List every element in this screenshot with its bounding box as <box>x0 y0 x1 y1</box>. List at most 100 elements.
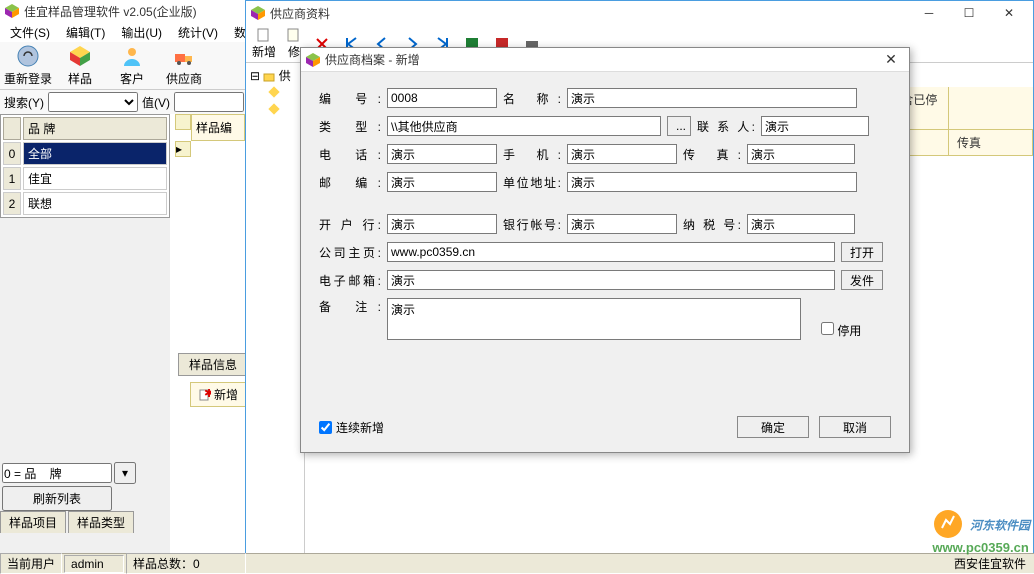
mid-panel: 样品编 ▸ <box>175 114 245 553</box>
cancel-button[interactable]: 取消 <box>819 416 891 438</box>
add-new-button[interactable]: ✱ 新增 <box>190 382 247 407</box>
zip-label: 邮 编: <box>319 174 381 191</box>
phone-input[interactable] <box>387 144 497 164</box>
status-user: admin <box>64 555 124 573</box>
fax-input[interactable] <box>747 144 855 164</box>
statusbar: 当前用户 admin 样品总数：0 西安佳宜软件 <box>0 553 1034 573</box>
new-icon <box>256 27 272 43</box>
maximize-button[interactable]: ☐ <box>949 1 989 25</box>
edit-icon <box>286 27 302 43</box>
addr-label: 单位地址: <box>503 174 561 191</box>
code-input[interactable] <box>387 88 497 108</box>
remark-label: 备 注: <box>319 298 381 315</box>
dialog-title: 供应商档案 - 新增 <box>325 51 877 68</box>
value-label: 值(V) <box>142 94 170 111</box>
code-label: 编 号: <box>319 90 381 107</box>
sample-icon <box>68 44 92 68</box>
customer-icon <box>120 44 144 68</box>
toolbar-add[interactable]: 新增 <box>248 25 280 62</box>
search-value-input[interactable] <box>174 92 244 112</box>
watermark: 河东软件园 www.pc0359.cn <box>932 508 1030 555</box>
disabled-check[interactable]: 停用 <box>821 322 861 339</box>
account-label: 银行帐号: <box>503 216 561 233</box>
brand-table: 品 牌 0全部 1佳宜 2联想 <box>0 114 170 218</box>
fax-label: 传 真: <box>683 146 741 163</box>
disabled-checkbox[interactable] <box>821 322 834 335</box>
app-icon <box>4 3 20 19</box>
folder-icon <box>263 71 275 83</box>
search-label: 搜索(Y) <box>4 94 44 111</box>
tab-sample-item[interactable]: 样品项目 <box>0 511 66 533</box>
table-row[interactable]: 0全部 <box>3 142 167 165</box>
contact-label: 联 系 人: <box>697 118 755 135</box>
count-input[interactable] <box>2 463 112 483</box>
supplier-title: 供应商资料 <box>270 5 909 22</box>
name-label: 名 称: <box>503 90 561 107</box>
status-user-label: 当前用户 <box>0 553 62 574</box>
sample-code-header[interactable]: 样品编 <box>191 114 245 141</box>
search-field-select[interactable] <box>48 92 138 112</box>
supplier-add-dialog: 供应商档案 - 新增 ✕ 编 号: 名 称: 类 型: ... 联 系 人: 电… <box>300 47 910 453</box>
toolbar-supplier[interactable]: 供应商 <box>158 42 210 89</box>
email-input[interactable] <box>387 270 835 290</box>
dialog-icon <box>305 52 321 68</box>
table-row[interactable]: 2联想 <box>3 192 167 215</box>
dropdown-button[interactable]: ▾ <box>114 462 136 484</box>
menu-file[interactable]: 文件(S) <box>2 22 58 43</box>
left-panel: 品 牌 0全部 1佳宜 2联想 ▾ 刷新列表 样品项目 样品类型 <box>0 114 170 553</box>
tax-input[interactable] <box>747 214 855 234</box>
menu-stats[interactable]: 统计(V) <box>170 22 226 43</box>
homepage-label: 公司主页: <box>319 244 381 261</box>
mobile-label: 手 机: <box>503 146 561 163</box>
item-icon <box>268 103 280 115</box>
continuous-checkbox[interactable] <box>319 421 332 434</box>
account-input[interactable] <box>567 214 677 234</box>
footer-company: 西安佳宜软件 <box>948 554 1032 573</box>
table-row[interactable]: 1佳宜 <box>3 167 167 190</box>
phone-label: 电 话: <box>319 146 381 163</box>
supplier-tree[interactable]: ⊟ 供 <box>246 63 305 572</box>
supplier-icon <box>172 44 196 68</box>
left-tabs: 样品项目 样品类型 <box>0 511 136 533</box>
item-icon <box>268 86 280 98</box>
type-label: 类 型: <box>319 118 381 135</box>
watermark-icon <box>932 508 964 540</box>
tab-sample-info[interactable]: 样品信息 <box>178 353 248 376</box>
row-indicator <box>175 114 191 130</box>
tax-label: 纳 税 号: <box>683 216 741 233</box>
continuous-add-check[interactable]: 连续新增 <box>319 419 384 436</box>
status-total: 样品总数：0 <box>126 553 246 574</box>
dialog-close-button[interactable]: ✕ <box>877 50 905 70</box>
zip-input[interactable] <box>387 172 497 192</box>
toolbar-relogin[interactable]: 重新登录 <box>2 42 54 89</box>
type-input[interactable] <box>387 116 661 136</box>
brand-header[interactable]: 品 牌 <box>23 117 167 140</box>
mobile-input[interactable] <box>567 144 677 164</box>
remark-input[interactable] <box>387 298 801 340</box>
tab-sample-type[interactable]: 样品类型 <box>68 511 134 533</box>
menu-edit[interactable]: 编辑(T) <box>58 22 113 43</box>
open-homepage-button[interactable]: 打开 <box>841 242 883 262</box>
toolbar-customer[interactable]: 客户 <box>106 42 158 89</box>
send-email-button[interactable]: 发件 <box>841 270 883 290</box>
login-icon <box>16 44 40 68</box>
addr-input[interactable] <box>567 172 857 192</box>
menu-output[interactable]: 输出(U) <box>113 22 170 43</box>
refresh-button[interactable]: 刷新列表 <box>2 486 112 511</box>
bank-input[interactable] <box>387 214 497 234</box>
sample-info-tabs: 样品信息 <box>178 353 248 376</box>
col-fax[interactable]: 传真 <box>949 130 1033 155</box>
new-doc-icon: ✱ <box>199 389 211 401</box>
contact-input[interactable] <box>761 116 869 136</box>
close-button[interactable]: ✕ <box>989 1 1029 25</box>
ok-button[interactable]: 确定 <box>737 416 809 438</box>
toolbar-sample[interactable]: 样品 <box>54 42 106 89</box>
supplier-window-icon <box>250 5 266 21</box>
type-browse-button[interactable]: ... <box>667 116 691 136</box>
homepage-input[interactable] <box>387 242 835 262</box>
bank-label: 开 户 行: <box>319 216 381 233</box>
row-pointer: ▸ <box>175 141 191 157</box>
name-input[interactable] <box>567 88 857 108</box>
minimize-button[interactable]: ─ <box>909 1 949 25</box>
svg-text:✱: ✱ <box>204 389 211 400</box>
